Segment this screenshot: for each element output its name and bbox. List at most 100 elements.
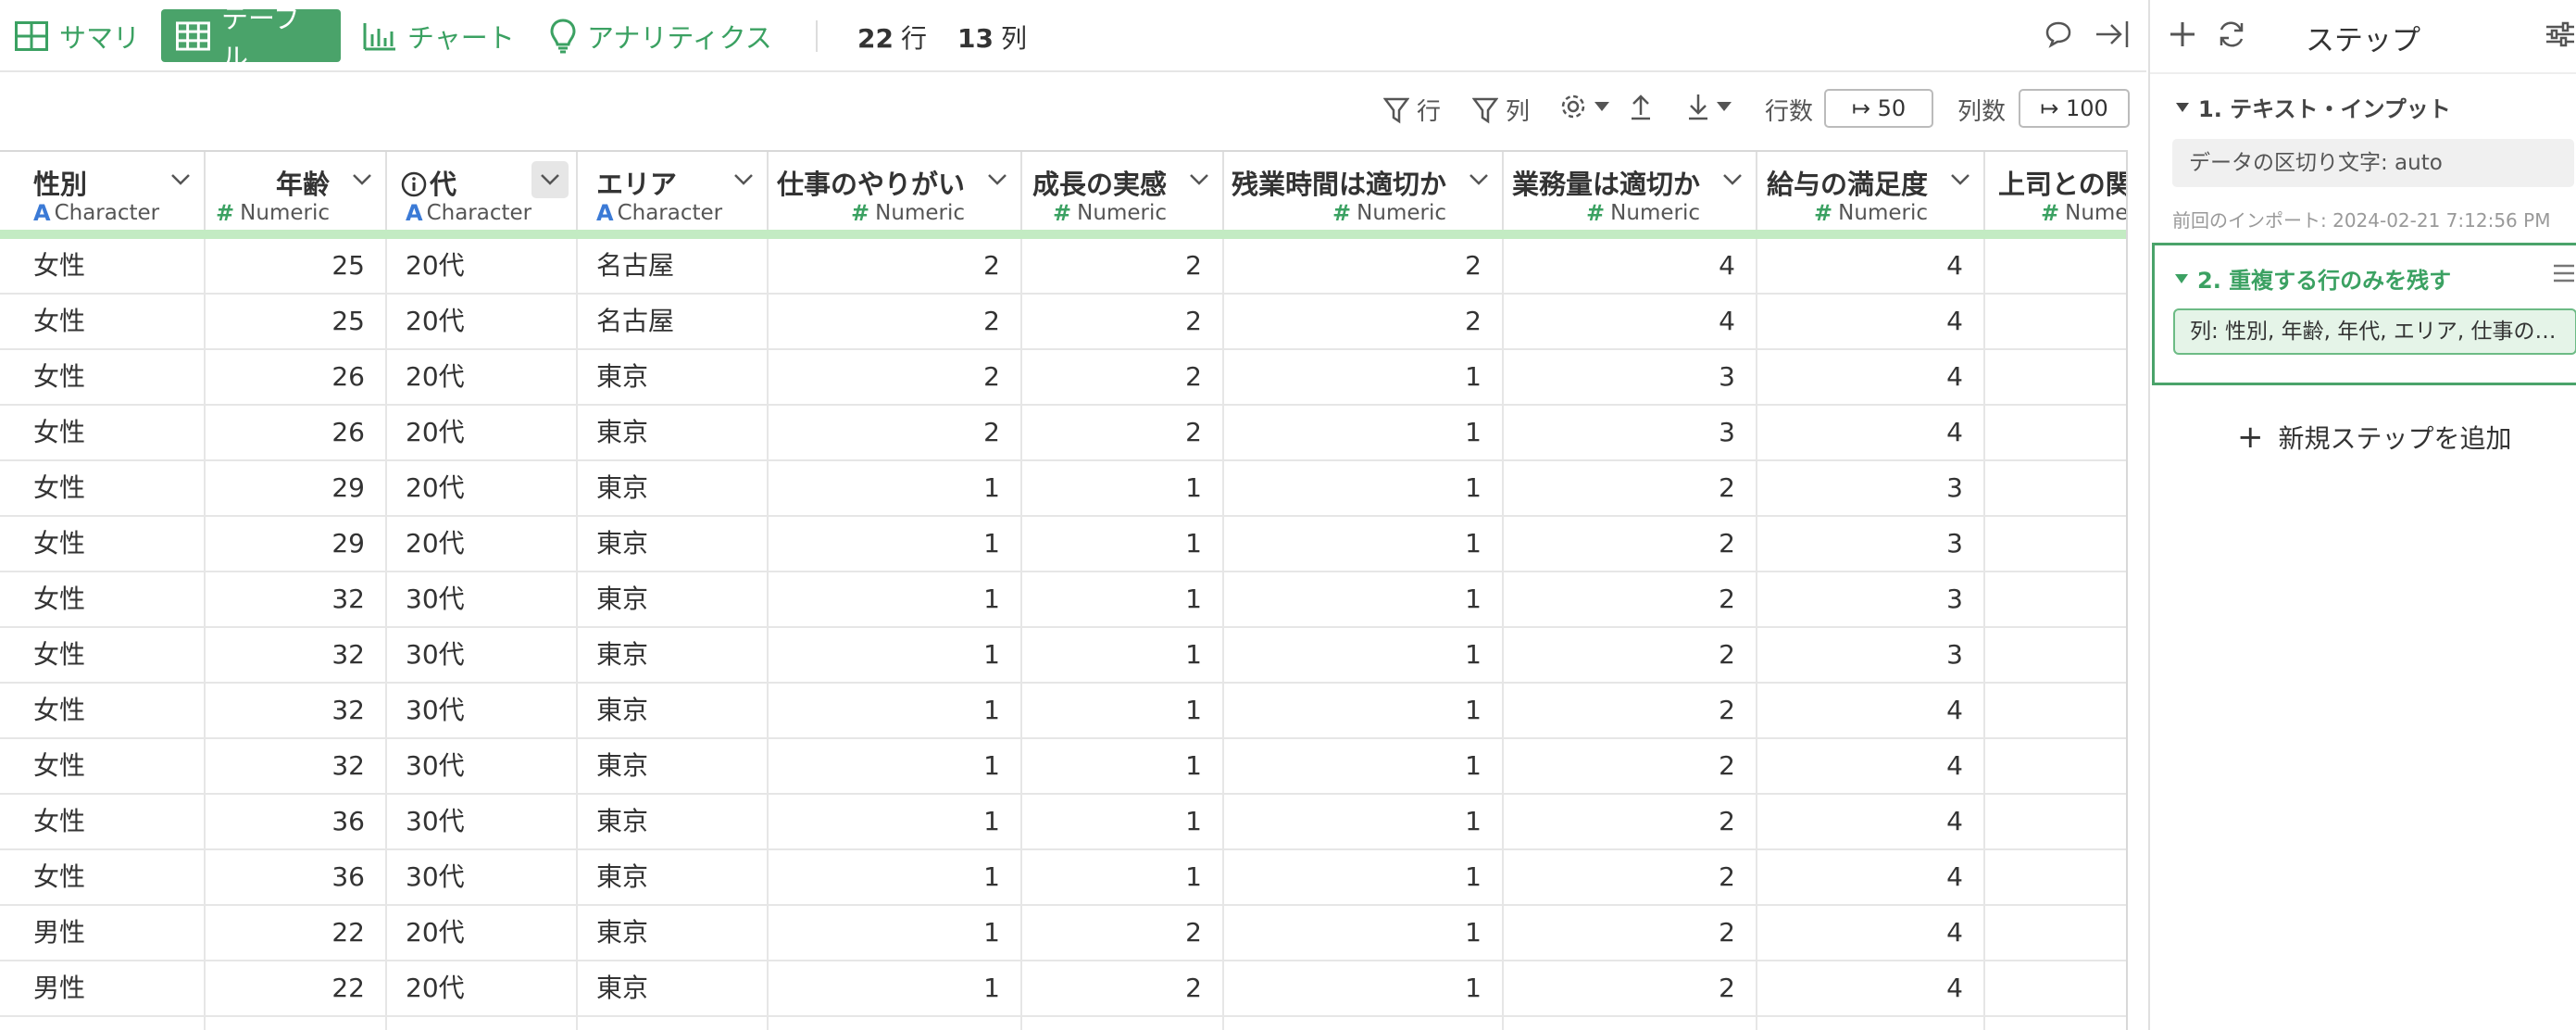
table-cell[interactable]: 1 — [769, 517, 1022, 572]
table-cell[interactable]: 2 — [1022, 239, 1224, 295]
table-cell[interactable] — [1985, 906, 2126, 961]
refresh-icon[interactable] — [2217, 20, 2246, 52]
chevron-down-icon[interactable] — [1950, 172, 1970, 190]
table-cell[interactable]: 2 — [1022, 906, 1224, 961]
table-cell[interactable]: 29 — [206, 461, 387, 517]
table-cell[interactable]: 4 — [1757, 906, 1985, 961]
table-cell[interactable]: 女性 — [15, 461, 206, 517]
chevron-down-icon[interactable] — [170, 172, 191, 190]
table-cell[interactable]: 3 — [1757, 628, 1985, 684]
table-cell[interactable]: 東京 — [578, 406, 769, 461]
table-cell[interactable]: 女性 — [15, 517, 206, 572]
table-cell[interactable]: 26 — [206, 350, 387, 406]
step-1-header[interactable]: 1. テキスト・インプット — [2176, 91, 2451, 123]
table-cell[interactable]: 30代 — [387, 795, 578, 850]
table-row[interactable]: 女性 29 20代 東京 1 1 1 2 3 — [0, 461, 2126, 517]
table-cell[interactable]: 30代 — [387, 850, 578, 906]
table-cell[interactable]: 20代 — [387, 517, 578, 572]
table-cell[interactable]: 1 — [1022, 572, 1224, 628]
table-cell[interactable]: 1 — [1224, 350, 1504, 406]
tab-chart[interactable]: チャート — [363, 9, 515, 62]
table-cell[interactable]: 1 — [1022, 628, 1224, 684]
table-cell[interactable]: 男性 — [15, 906, 206, 961]
table-cell[interactable]: 2 — [1224, 295, 1504, 350]
add-icon[interactable] — [2169, 20, 2196, 52]
table-cell[interactable]: 2 — [1504, 850, 1757, 906]
table-cell[interactable]: 女性 — [15, 239, 206, 295]
table-row[interactable]: 女性 32 30代 東京 1 1 1 2 3 — [0, 572, 2126, 628]
table-cell[interactable]: 1 — [769, 850, 1022, 906]
table-cell[interactable]: 4 — [1757, 350, 1985, 406]
table-cell[interactable]: 2 — [1504, 739, 1757, 795]
step-2-header[interactable]: 2. 重複する行のみを残す — [2175, 262, 2451, 295]
table-cell[interactable] — [1985, 517, 2126, 572]
column-header[interactable]: 仕事のやりがい # Numeric — [769, 152, 1022, 232]
table-cell[interactable]: 女性 — [15, 850, 206, 906]
table-cell[interactable] — [1985, 461, 2126, 517]
table-cell[interactable]: 30代 — [387, 739, 578, 795]
table-row[interactable]: 女性 25 20代 名古屋 2 2 2 4 4 — [0, 295, 2126, 350]
table-row[interactable]: 女性 32 30代 東京 1 1 1 2 4 — [0, 739, 2126, 795]
table-cell[interactable]: 20代 — [387, 350, 578, 406]
table-cell[interactable]: 東京 — [578, 461, 769, 517]
column-filter-button[interactable]: 列 — [1472, 93, 1530, 127]
column-header[interactable]: 年齢 # Numeric — [206, 152, 387, 232]
table-cell[interactable]: 1 — [1224, 739, 1504, 795]
table-cell[interactable]: 2 — [769, 239, 1022, 295]
table-cell[interactable]: 東京 — [578, 350, 769, 406]
column-count-input[interactable]: ↦ 100 — [2019, 89, 2130, 128]
chevron-down-icon[interactable] — [733, 172, 754, 190]
table-cell[interactable]: 1 — [1022, 684, 1224, 739]
column-header[interactable]: 性別 A Character — [15, 152, 206, 232]
table-cell[interactable] — [1985, 795, 2126, 850]
chevron-down-icon[interactable] — [1722, 172, 1743, 190]
chevron-down-icon[interactable] — [987, 172, 1007, 190]
table-cell[interactable]: 1 — [769, 961, 1022, 1017]
table-row[interactable]: 女性 26 20代 東京 2 2 1 3 4 — [0, 350, 2126, 406]
table-cell[interactable]: 4 — [1504, 295, 1757, 350]
table-row[interactable] — [0, 1017, 2126, 1030]
row-count-input[interactable]: ↦ 50 — [1824, 89, 1933, 128]
table-cell[interactable]: 22 — [206, 906, 387, 961]
table-cell[interactable]: 2 — [1022, 961, 1224, 1017]
table-cell[interactable] — [1985, 961, 2126, 1017]
table-cell[interactable]: 30代 — [387, 628, 578, 684]
sliders-icon[interactable] — [2545, 20, 2576, 52]
table-cell[interactable] — [206, 1017, 387, 1030]
table-cell[interactable]: 1 — [1224, 406, 1504, 461]
table-cell[interactable]: 2 — [769, 350, 1022, 406]
table-cell[interactable]: 東京 — [578, 850, 769, 906]
table-cell[interactable]: 4 — [1757, 295, 1985, 350]
table-row[interactable]: 女性 26 20代 東京 2 2 1 3 4 — [0, 406, 2126, 461]
table-cell[interactable] — [1985, 850, 2126, 906]
table-cell[interactable]: 26 — [206, 406, 387, 461]
table-cell[interactable]: 2 — [1504, 628, 1757, 684]
add-step-button[interactable]: + 新規ステップを追加 — [2237, 419, 2512, 456]
table-cell[interactable]: 2 — [1504, 906, 1757, 961]
table-cell[interactable]: 20代 — [387, 906, 578, 961]
table-cell[interactable] — [1985, 572, 2126, 628]
table-cell[interactable]: 30代 — [387, 684, 578, 739]
tab-analytics[interactable]: アナリティクス — [550, 9, 772, 62]
table-cell[interactable]: 1 — [1224, 517, 1504, 572]
table-cell[interactable]: 2 — [1504, 572, 1757, 628]
table-cell[interactable]: 女性 — [15, 684, 206, 739]
table-cell[interactable]: 29 — [206, 517, 387, 572]
tab-table[interactable]: テーブル — [161, 3, 341, 73]
table-cell[interactable]: 男性 — [15, 961, 206, 1017]
table-cell[interactable]: 1 — [769, 684, 1022, 739]
table-row[interactable]: 女性 32 30代 東京 1 1 1 2 3 — [0, 628, 2126, 684]
table-cell[interactable] — [1985, 628, 2126, 684]
table-cell[interactable]: 2 — [769, 406, 1022, 461]
column-header[interactable]: 業務量は適切か # Numeric — [1504, 152, 1757, 232]
table-cell[interactable]: 20代 — [387, 461, 578, 517]
table-cell[interactable]: 1 — [1224, 628, 1504, 684]
table-cell[interactable]: 名古屋 — [578, 239, 769, 295]
table-cell[interactable]: 1 — [1224, 961, 1504, 1017]
table-cell[interactable]: 女性 — [15, 406, 206, 461]
chevron-down-icon[interactable] — [1189, 172, 1209, 190]
table-cell[interactable] — [769, 1017, 1022, 1030]
table-cell[interactable]: 1 — [769, 572, 1022, 628]
table-cell[interactable]: 1 — [1224, 572, 1504, 628]
table-cell[interactable]: 4 — [1757, 850, 1985, 906]
